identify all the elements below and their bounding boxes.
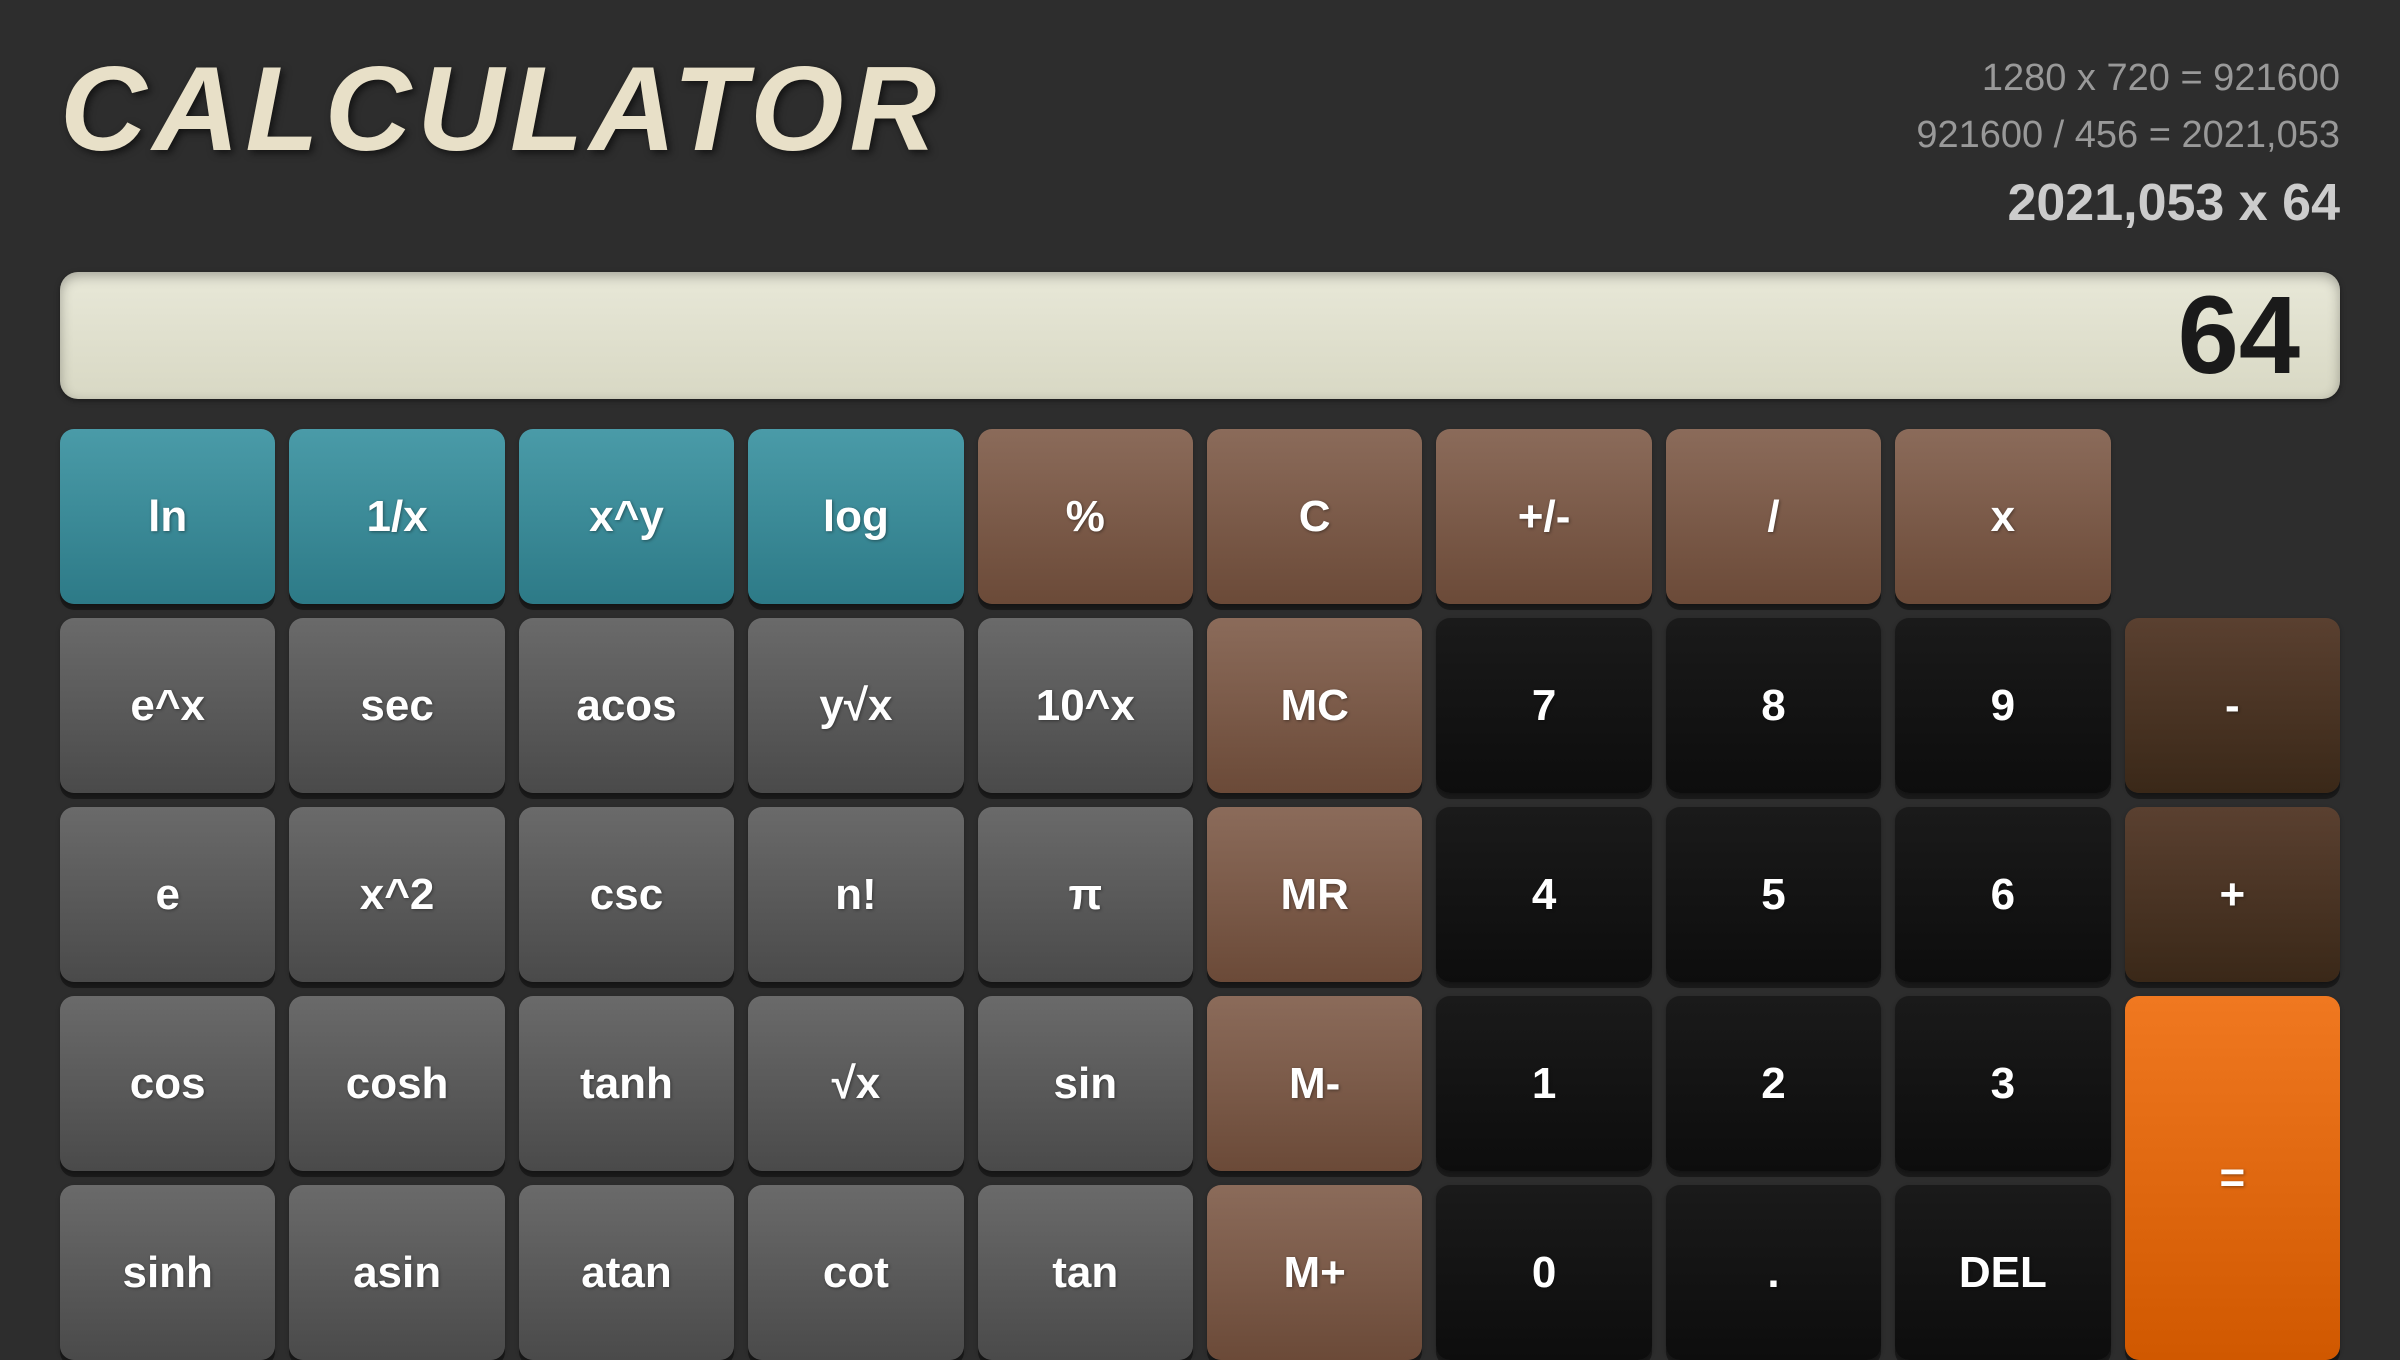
btn-tan[interactable]: tan [978,1185,1193,1360]
btn-9[interactable]: 9 [1895,618,2110,793]
top-area: CALCULATOR 1280 x 720 = 921600 921600 / … [60,40,2340,242]
display-value: 64 [2178,272,2300,399]
btn-asin[interactable]: asin [289,1185,504,1360]
btn-yrootx[interactable]: y√x [748,618,963,793]
btn-1x[interactable]: 1/x [289,429,504,604]
btn-mplus[interactable]: M+ [1207,1185,1422,1360]
btn-factorial[interactable]: n! [748,807,963,982]
btn-plus[interactable]: + [2125,807,2340,982]
btn-clear[interactable]: C [1207,429,1422,604]
btn-mminus[interactable]: M- [1207,996,1422,1171]
btn-5[interactable]: 5 [1666,807,1881,982]
display: 64 [60,272,2340,399]
btn-xpowy[interactable]: x^y [519,429,734,604]
btn-equals[interactable]: = [2125,996,2340,1360]
btn-mc[interactable]: MC [1207,618,1422,793]
btn-divide[interactable]: / [1666,429,1881,604]
btn-csc[interactable]: csc [519,807,734,982]
btn-log[interactable]: log [748,429,963,604]
btn-cosh[interactable]: cosh [289,996,504,1171]
btn-sin[interactable]: sin [978,996,1193,1171]
btn-pi[interactable]: π [978,807,1193,982]
btn-0[interactable]: 0 [1436,1185,1651,1360]
btn-e[interactable]: e [60,807,275,982]
btn-10x[interactable]: 10^x [978,618,1193,793]
btn-minus[interactable]: - [2125,618,2340,793]
history-line1: 1280 x 720 = 921600 [1916,50,2340,107]
btn-6[interactable]: 6 [1895,807,2110,982]
btn-2[interactable]: 2 [1666,996,1881,1171]
btn-3[interactable]: 3 [1895,996,2110,1171]
btn-plusminus[interactable]: +/- [1436,429,1651,604]
btn-7[interactable]: 7 [1436,618,1651,793]
btn-cos[interactable]: cos [60,996,275,1171]
current-expression: 2021,053 x 64 [1916,164,2340,242]
buttons-grid: ln 1/x x^y log % C +/- / x e^x sec acos … [60,429,2340,1360]
btn-decimal[interactable]: . [1666,1185,1881,1360]
btn-percent[interactable]: % [978,429,1193,604]
btn-cot[interactable]: cot [748,1185,963,1360]
btn-mr[interactable]: MR [1207,807,1422,982]
btn-tanh[interactable]: tanh [519,996,734,1171]
btn-xsquared[interactable]: x^2 [289,807,504,982]
btn-multiply[interactable]: x [1895,429,2110,604]
btn-acos[interactable]: acos [519,618,734,793]
btn-del[interactable]: DEL [1895,1185,2110,1360]
btn-1[interactable]: 1 [1436,996,1651,1171]
history-area: 1280 x 720 = 921600 921600 / 456 = 2021,… [1916,50,2340,242]
btn-ln[interactable]: ln [60,429,275,604]
history-line2: 921600 / 456 = 2021,053 [1916,107,2340,164]
btn-sec[interactable]: sec [289,618,504,793]
btn-4[interactable]: 4 [1436,807,1651,982]
btn-8[interactable]: 8 [1666,618,1881,793]
btn-atan[interactable]: atan [519,1185,734,1360]
btn-ex[interactable]: e^x [60,618,275,793]
app-title: CALCULATOR [60,40,942,178]
btn-sqrt[interactable]: √x [748,996,963,1171]
btn-sinh[interactable]: sinh [60,1185,275,1360]
